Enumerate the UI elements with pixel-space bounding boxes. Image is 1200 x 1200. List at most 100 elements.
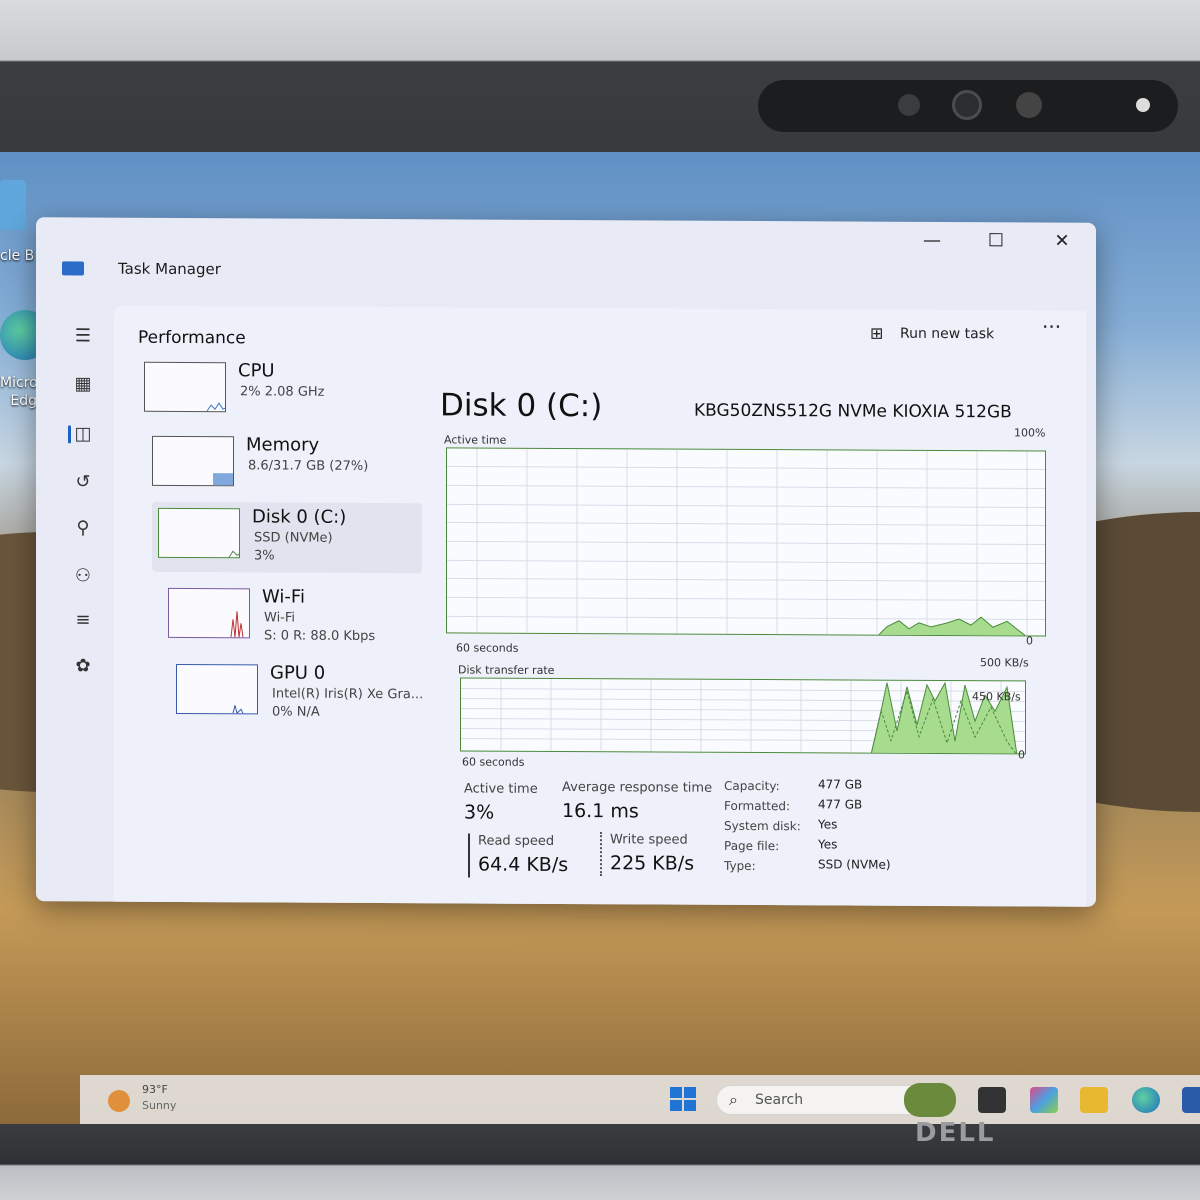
resource-item-wifi[interactable]: Wi-Fi Wi-Fi S: 0 R: 88.0 Kbps — [162, 582, 432, 653]
maximize-button[interactable]: ☐ — [976, 230, 1016, 251]
search-icon: ⌕ — [729, 1090, 738, 1109]
property-label: Page file: — [724, 838, 780, 854]
file-explorer-icon[interactable] — [1080, 1087, 1108, 1113]
run-new-task-label: Run new task — [900, 325, 995, 343]
content-area: Performance ⊞ Run new task ··· CPU 2% 2.… — [114, 305, 1086, 907]
avg-response-label: Average response time — [562, 779, 713, 796]
window-title: Task Manager — [118, 259, 221, 279]
resource-usage: 3% — [254, 548, 275, 564]
resource-name: Memory — [246, 434, 320, 456]
resource-detail: Intel(R) Iris(R) Xe Gra... — [272, 686, 424, 703]
gpu-thumbnail — [176, 663, 258, 715]
property-value: SSD (NVMe) — [818, 857, 891, 872]
write-speed-separator — [600, 832, 602, 877]
weather-temp: 93°F — [142, 1083, 168, 1096]
more-options-button[interactable]: ··· — [1042, 314, 1061, 338]
details-icon[interactable]: ≡ — [70, 607, 96, 633]
property-label: Formatted: — [724, 798, 791, 814]
cpu-thumbnail — [144, 361, 226, 413]
write-speed-value: 225 KB/s — [610, 852, 695, 875]
resource-name: GPU 0 — [270, 662, 326, 684]
outlook-icon[interactable] — [1182, 1087, 1200, 1113]
write-speed-label: Write speed — [610, 832, 688, 848]
disk-thumbnail — [158, 507, 240, 559]
disk-model: KBG50ZNS512G NVMe KIOXIA 512GB — [694, 400, 1012, 423]
wifi-thumbnail-graph — [230, 611, 244, 638]
wifi-thumbnail — [168, 587, 250, 639]
detail-title: Disk 0 (C:) — [440, 387, 603, 425]
nav-rail: ☰ ▦ ◫ ↺ ⚲ ⚇ ≡ ✿ — [36, 297, 114, 901]
disk-thumbnail-graph — [228, 550, 240, 558]
active-time-graph-duration: 60 seconds — [456, 641, 519, 655]
weather-sun-icon[interactable] — [108, 1090, 130, 1112]
active-time-graph — [446, 447, 1046, 637]
read-speed-value: 64.4 KB/s — [478, 853, 569, 877]
resource-usage: 0% N/A — [272, 704, 320, 720]
menu-icon[interactable]: ☰ — [70, 323, 96, 349]
edge-taskbar-icon[interactable] — [1132, 1087, 1160, 1113]
transfer-rate-graph-mid: 450 KB/s — [972, 690, 1021, 704]
camera-lens-icon — [952, 90, 982, 120]
resource-item-gpu[interactable]: GPU 0 Intel(R) Iris(R) Xe Gra... 0% N/A — [170, 658, 440, 729]
task-view-icon[interactable] — [978, 1087, 1006, 1113]
active-time-graph-min: 0 — [1026, 634, 1033, 648]
property-value: 477 GB — [818, 777, 863, 792]
cpu-thumbnail-graph — [206, 402, 226, 412]
memory-thumbnail-fill — [213, 473, 234, 487]
property-label: System disk: — [724, 818, 801, 834]
resource-item-memory[interactable]: Memory 8.6/31.7 GB (27%) — [146, 430, 416, 501]
run-new-task-button[interactable]: ⊞ Run new task — [866, 316, 994, 348]
recycle-bin-icon[interactable] — [0, 180, 26, 230]
resource-item-disk[interactable]: Disk 0 (C:) SSD (NVMe) 3% — [152, 501, 422, 574]
property-value: Yes — [818, 817, 838, 832]
active-time-label: Active time — [464, 781, 538, 797]
resource-name: Disk 0 (C:) — [252, 506, 347, 528]
search-label: Search — [755, 1092, 804, 1108]
transfer-rate-graph-max: 500 KB/s — [980, 656, 1029, 670]
resource-usage: S: 0 R: 88.0 Kbps — [264, 628, 376, 645]
gpu-thumbnail-graph — [232, 705, 244, 715]
resource-detail: SSD (NVMe) — [254, 530, 333, 546]
close-button[interactable]: ✕ — [1042, 230, 1082, 252]
camera-indicator-icon — [1136, 98, 1150, 112]
weather-condition: Sunny — [142, 1099, 177, 1112]
property-value: Yes — [818, 837, 838, 852]
minimize-button[interactable]: — — [912, 230, 952, 251]
copilot-icon[interactable] — [1030, 1087, 1058, 1113]
start-button[interactable] — [670, 1087, 698, 1113]
desktop-icon-label: cle B — [0, 248, 35, 264]
app-history-icon[interactable]: ↺ — [70, 469, 96, 495]
read-speed-label: Read speed — [478, 833, 555, 849]
laptop-bezel-bottom — [0, 1124, 1200, 1200]
startup-apps-icon[interactable]: ⚲ — [70, 515, 96, 541]
resource-detail: Wi-Fi — [264, 610, 296, 626]
search-highlight-icon[interactable] — [904, 1083, 956, 1117]
dell-logo: DELL — [915, 1118, 996, 1148]
active-time-graph-svg — [447, 448, 1046, 637]
resource-name: CPU — [238, 360, 275, 382]
taskbar: 93°F Sunny ⌕ Search — [80, 1075, 1200, 1125]
transfer-rate-graph-label: Disk transfer rate — [458, 663, 555, 677]
transfer-rate-graph — [460, 677, 1026, 755]
page-title: Performance — [138, 327, 246, 349]
memory-thumbnail — [152, 435, 234, 487]
resource-item-cpu[interactable]: CPU 2% 2.08 GHz — [138, 356, 408, 427]
property-label: Type: — [724, 858, 756, 873]
active-time-value: 3% — [464, 801, 495, 824]
read-speed-separator — [468, 833, 470, 878]
active-time-graph-label: Active time — [444, 433, 507, 447]
camera-bar — [758, 80, 1178, 132]
ir-sensor-icon — [1016, 92, 1042, 118]
performance-icon[interactable]: ◫ — [70, 421, 96, 447]
property-label: Capacity: — [724, 778, 780, 794]
processes-icon[interactable]: ▦ — [70, 371, 96, 397]
users-icon[interactable]: ⚇ — [70, 563, 96, 589]
services-icon[interactable]: ✿ — [70, 653, 96, 679]
resource-detail: 8.6/31.7 GB (27%) — [248, 458, 369, 474]
resource-name: Wi-Fi — [262, 586, 305, 608]
task-manager-window: Task Manager — ☐ ✕ ☰ ▦ ◫ ↺ ⚲ ⚇ ≡ ✿ ⚙ Per… — [36, 217, 1096, 907]
property-value: 477 GB — [818, 797, 863, 812]
active-time-graph-max: 100% — [1014, 426, 1046, 440]
camera-icon — [898, 94, 920, 116]
task-manager-logo-icon — [62, 261, 84, 276]
